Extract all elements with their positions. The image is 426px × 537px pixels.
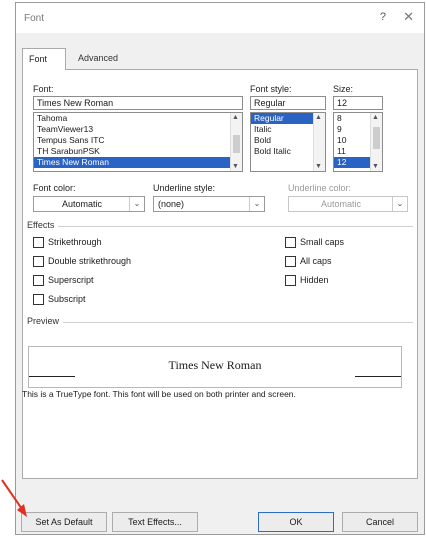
font-style-label: Font style: [250, 84, 292, 94]
all-caps-checkbox[interactable]: All caps [285, 255, 395, 269]
tab-font[interactable]: Font [22, 48, 66, 70]
underline-style-value: (none) [158, 199, 185, 209]
scroll-thumb[interactable] [373, 127, 380, 149]
checkbox-box[interactable] [285, 256, 296, 267]
size-label: Size: [333, 84, 354, 94]
list-item[interactable]: TeamViewer13 [34, 124, 242, 135]
list-item-selected[interactable]: 12 [334, 157, 370, 168]
annotation-arrow-icon [1, 479, 27, 517]
chevron-down-icon: ⌄ [249, 197, 264, 211]
tab-advanced[interactable]: Advanced [72, 48, 142, 70]
font-tab-panel: Font: Font style: Size: Times New Roman … [22, 69, 418, 479]
scroll-up-icon[interactable]: ▲ [372, 114, 379, 121]
underline-style-dropdown[interactable]: (none) ⌄ [153, 196, 265, 212]
font-color-value: Automatic [61, 199, 103, 209]
checkbox-label: Subscript [48, 294, 86, 304]
preview-group: Preview [27, 316, 413, 326]
superscript-checkbox[interactable]: Superscript [33, 274, 203, 288]
arrow-head [17, 504, 27, 517]
underline-style-label: Underline style: [153, 183, 216, 193]
subscript-checkbox[interactable]: Subscript [33, 293, 203, 307]
scroll-down-icon[interactable]: ▼ [315, 163, 322, 170]
checkbox-label: Small caps [300, 237, 345, 247]
font-color-dropdown[interactable]: Automatic ⌄ [33, 196, 145, 212]
font-info-text: This is a TrueType font. This font will … [22, 389, 296, 399]
checkbox-box[interactable] [285, 275, 296, 286]
preview-box: Times New Roman [28, 346, 402, 388]
scroll-thumb[interactable] [233, 135, 240, 153]
style-list-scrollbar[interactable]: ▲ ▼ [313, 113, 325, 171]
list-item[interactable]: TH SarabunPSK [34, 146, 242, 157]
checkbox-label: Hidden [300, 275, 329, 285]
checkbox-label: Double strikethrough [48, 256, 132, 266]
checkbox-label: Superscript [48, 275, 94, 285]
checkbox-label: All caps [300, 256, 332, 266]
help-button[interactable]: ? [380, 11, 386, 23]
underline-color-label: Underline color: [288, 183, 352, 193]
font-style-input[interactable]: Regular [250, 96, 326, 110]
divider [27, 226, 413, 227]
hidden-checkbox[interactable]: Hidden [285, 274, 395, 288]
title-bar: Font ? ✕ [16, 3, 424, 33]
font-list-scrollbar[interactable]: ▲ ▼ [230, 113, 242, 171]
double-strikethrough-checkbox[interactable]: Double strikethrough [33, 255, 203, 269]
strikethrough-checkbox[interactable]: Strikethrough [33, 236, 203, 250]
size-list-scrollbar[interactable]: ▲ ▼ [370, 113, 382, 171]
chevron-down-icon: ⌄ [129, 197, 144, 211]
divider [27, 322, 413, 323]
close-icon[interactable]: ✕ [403, 9, 414, 25]
list-item-selected[interactable]: Times New Roman [34, 157, 242, 168]
font-dialog: Font ? ✕ Font Advanced Font: Font style:… [15, 2, 425, 535]
ok-button[interactable]: OK [258, 512, 334, 532]
effects-group: Effects [27, 220, 413, 230]
font-style-list[interactable]: Regular Italic Bold Bold Italic ▲ ▼ [250, 112, 326, 172]
size-input[interactable]: 12 [333, 96, 383, 110]
scroll-up-icon[interactable]: ▲ [315, 114, 322, 121]
checkbox-label: Strikethrough [48, 237, 102, 247]
scroll-up-icon[interactable]: ▲ [232, 114, 239, 121]
small-caps-checkbox[interactable]: Small caps [285, 236, 395, 250]
chevron-down-icon: ⌄ [392, 197, 407, 211]
size-list[interactable]: 8 9 10 11 12 ▲ ▼ [333, 112, 383, 172]
font-list[interactable]: Tahoma TeamViewer13 Tempus Sans ITC TH S… [33, 112, 243, 172]
underline-color-dropdown[interactable]: Automatic ⌄ [288, 196, 408, 212]
list-item-selected[interactable]: Regular [251, 113, 313, 124]
text-effects-button[interactable]: Text Effects... [112, 512, 198, 532]
list-item[interactable]: Tahoma [34, 113, 242, 124]
checkbox-box[interactable] [285, 237, 296, 248]
scroll-down-icon[interactable]: ▼ [232, 163, 239, 170]
font-name-input[interactable]: Times New Roman [33, 96, 243, 110]
list-item[interactable]: Tempus Sans ITC [34, 135, 242, 146]
preview-baseline [355, 376, 401, 377]
underline-color-value: Automatic [320, 199, 362, 209]
cancel-button[interactable]: Cancel [342, 512, 418, 532]
scroll-down-icon[interactable]: ▼ [372, 163, 379, 170]
preview-sample-text: Times New Roman [168, 358, 262, 372]
